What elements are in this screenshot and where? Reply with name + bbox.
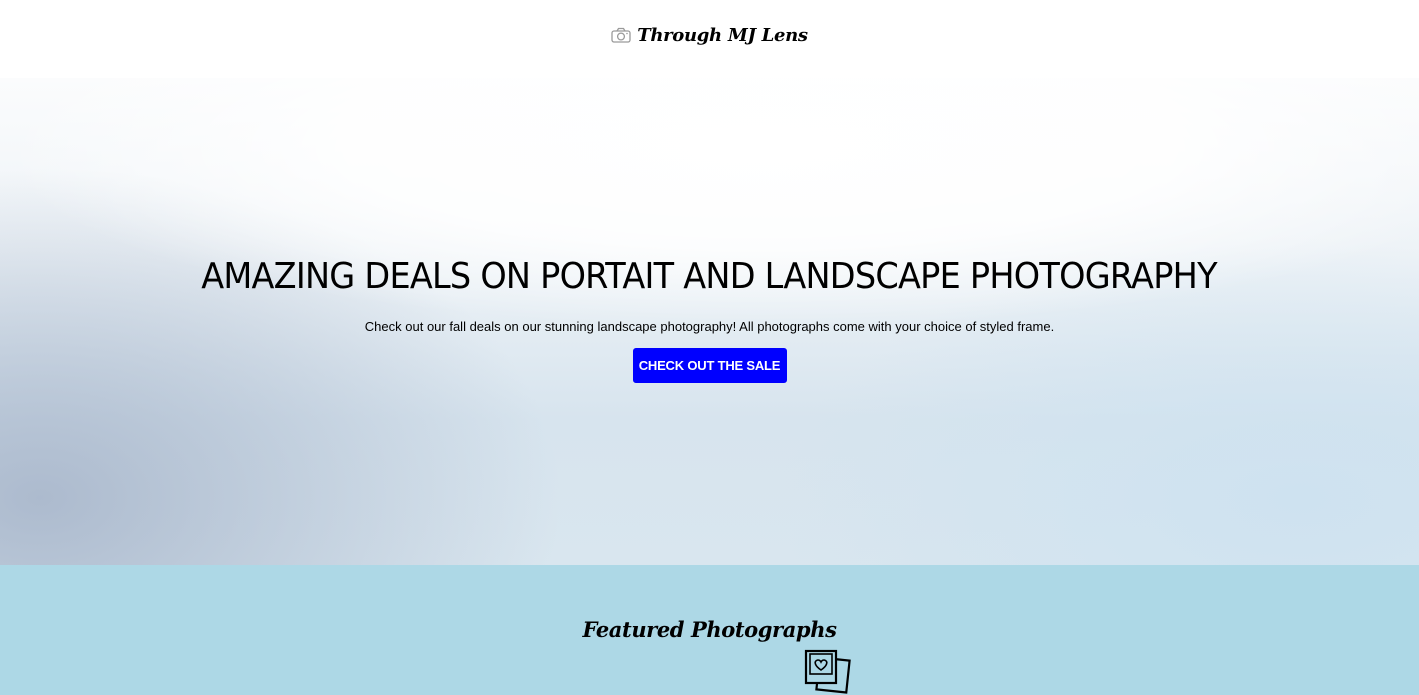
brand-name: Through MJ Lens <box>637 24 808 46</box>
camera-icon <box>611 27 631 43</box>
site-header: Through MJ Lens <box>0 0 1419 78</box>
hero-subtitle: Check out our fall deals on our stunning… <box>364 319 1055 334</box>
hero-banner: AMAZING DEALS ON PORTAIT AND LANDSCAPE P… <box>0 78 1419 565</box>
featured-section: Featured Photographs <box>0 565 1419 695</box>
photos-heart-icon <box>804 649 851 694</box>
hero-title: AMAZING DEALS ON PORTAIT AND LANDSCAPE P… <box>201 256 1218 297</box>
featured-title: Featured Photographs <box>582 617 837 642</box>
brand-logo[interactable]: Through MJ Lens <box>611 25 808 46</box>
hero-content: AMAZING DEALS ON PORTAIT AND LANDSCAPE P… <box>0 78 1419 565</box>
check-out-sale-button[interactable]: CHECK OUT THE SALE <box>632 348 787 383</box>
